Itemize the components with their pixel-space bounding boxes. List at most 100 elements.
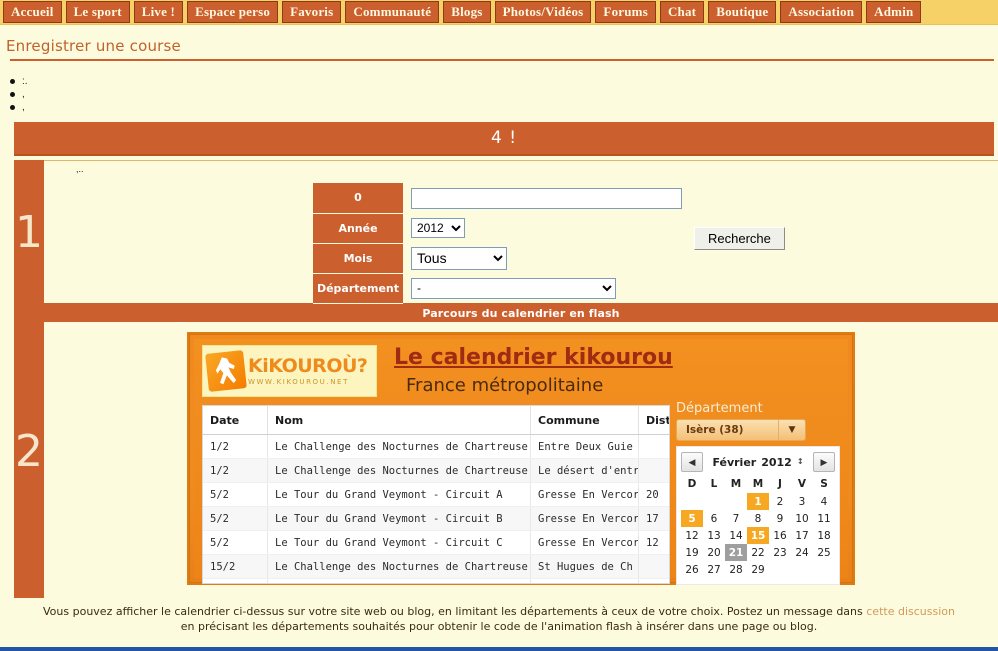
table-row[interactable]: 5/2Le Tour du Grand Veymont - Circuit AG…	[203, 483, 670, 507]
calendar-day-4[interactable]: 4	[813, 493, 835, 510]
calendar-week-row: 26272829	[681, 561, 835, 578]
calendar-day-22[interactable]: 22	[747, 544, 769, 561]
nav-item-live[interactable]: Live !	[134, 1, 183, 23]
year-select[interactable]: 201220112010	[411, 218, 465, 238]
calendar-grid: DLMMJVS 12345678910111213141516171819202…	[681, 477, 835, 578]
calendar-day-21[interactable]: 21	[725, 544, 747, 561]
calendar-weekday: M	[725, 477, 747, 493]
nav-item-favoris[interactable]: Favoris	[282, 1, 341, 23]
nav-item-blogs[interactable]: Blogs	[443, 1, 490, 23]
section-search: 1 ,.. 0 Année 201220112010 Mois TousJanv…	[14, 160, 998, 305]
calendar-day-29[interactable]: 29	[747, 561, 769, 578]
race-cell-distance	[639, 579, 671, 585]
footer-note: Vous pouvez afficher le calendrier ci-de…	[0, 598, 998, 634]
race-cell-nom: Le Challenge des Nocturnes de Chartreuse…	[268, 459, 531, 483]
calendar-day-7[interactable]: 7	[725, 510, 747, 527]
race-cell-nom: Le Challenge des Nocturnes de Chartreuse…	[268, 435, 531, 459]
race-cell-commune: Le désert d'entre	[531, 459, 639, 483]
logo-wordmark: KiKOUROÙ?	[248, 357, 367, 376]
race-cell-commune: Entre Deux Guie	[531, 435, 639, 459]
calendar-day-23[interactable]: 23	[769, 544, 791, 561]
calendar-weekday-row: DLMMJVS	[681, 477, 835, 493]
nav-item-communaut[interactable]: Communauté	[345, 1, 439, 23]
nav-item-espace-perso[interactable]: Espace perso	[187, 1, 278, 23]
nav-item-forums[interactable]: Forums	[595, 1, 656, 23]
department-dropdown[interactable]: Isère (38) ▼	[676, 419, 806, 441]
kikourou-logo[interactable]: KiKOUROÙ? WWW.KIKOUROU.NET	[202, 345, 377, 397]
calendar-day-12[interactable]: 12	[681, 527, 703, 544]
calendar-day-17[interactable]: 17	[791, 527, 813, 544]
form-row-query: 0	[313, 183, 682, 213]
nav-item-accueil[interactable]: Accueil	[3, 1, 62, 23]
calendar-week-row: 12131415161718	[681, 527, 835, 544]
bottom-accent-bar	[0, 647, 998, 651]
calendar-day-11[interactable]: 11	[813, 510, 835, 527]
bullet-item: ,	[22, 101, 998, 114]
section-2-body: Parcours du calendrier en flash KiKOUROÙ…	[44, 305, 998, 598]
calendar-day-9[interactable]: 9	[769, 510, 791, 527]
race-cell-distance: 17	[639, 507, 671, 531]
race-cell-commune: St Hugues de Ch	[531, 555, 639, 579]
calendar-day-28[interactable]: 28	[725, 561, 747, 578]
calendar-day-3[interactable]: 3	[791, 493, 813, 510]
mini-calendar: ◀ Février 2012 ↕ ▶ DLMMJVS	[676, 446, 840, 585]
calendar-day-5[interactable]: 5	[681, 510, 703, 527]
race-table-header-date[interactable]: Date	[203, 406, 268, 435]
calendar-week-row: 567891011	[681, 510, 835, 527]
calendar-prev-button[interactable]: ◀	[681, 452, 703, 472]
calendar-day-16[interactable]: 16	[769, 527, 791, 544]
table-row[interactable]: 5/2Le Tour du Grand Veymont - Circuit BG…	[203, 507, 670, 531]
department-select[interactable]: -Isère (38)Ain (01)	[411, 278, 616, 299]
calendar-day-26[interactable]: 26	[681, 561, 703, 578]
race-cell-nom: Le Tour du Grand Veymont - Circuit C	[268, 531, 531, 555]
calendar-weekday: V	[791, 477, 813, 493]
nav-item-chat[interactable]: Chat	[660, 1, 704, 23]
nav-item-association[interactable]: Association	[780, 1, 862, 23]
race-table: DateNomCommuneDistance 1/2Le Challenge d…	[203, 406, 670, 584]
table-row[interactable]: 1/2Le Challenge des Nocturnes de Chartre…	[203, 459, 670, 483]
race-cell-commune: Gresse En Vercor	[531, 483, 639, 507]
nav-item-le-sport[interactable]: Le sport	[66, 1, 130, 23]
spinner-icon[interactable]: ↕	[797, 458, 804, 466]
section-flash-calendar: 2 Parcours du calendrier en flash KiKOUR…	[14, 305, 998, 598]
footer-discussion-link[interactable]: cette discussion	[866, 605, 955, 618]
bullet-item: ,	[22, 88, 998, 101]
race-table-header-nom[interactable]: Nom	[268, 406, 531, 435]
nav-item-boutique[interactable]: Boutique	[708, 1, 776, 23]
race-table-header-commune[interactable]: Commune	[531, 406, 639, 435]
search-button[interactable]: Recherche	[694, 227, 785, 250]
nav-item-admin[interactable]: Admin	[866, 1, 921, 23]
race-cell-date: 15/2	[203, 555, 268, 579]
calendar-day-14[interactable]: 14	[725, 527, 747, 544]
label-mois: Mois	[313, 243, 403, 273]
calendar-day-13[interactable]: 13	[703, 527, 725, 544]
month-select[interactable]: TousJanvierFévrierMars	[411, 247, 507, 270]
form-row-annee: Année 201220112010	[313, 213, 682, 243]
calendar-day-2[interactable]: 2	[769, 493, 791, 510]
calendar-day-empty	[791, 561, 813, 578]
calendar-day-6[interactable]: 6	[703, 510, 725, 527]
calendar-next-button[interactable]: ▶	[813, 452, 835, 472]
calendar-month: Février	[712, 456, 756, 469]
calendar-day-19[interactable]: 19	[681, 544, 703, 561]
nav-item-photos-vid-os[interactable]: Photos/Vidéos	[495, 1, 592, 23]
table-row[interactable]: 5/2Le Tour du Grand Veymont - Circuit CG…	[203, 531, 670, 555]
race-cell-distance	[639, 555, 671, 579]
race-cell-date: 1/2	[203, 435, 268, 459]
calendar-day-1[interactable]: 1	[747, 493, 769, 510]
table-row[interactable]: 15/2Le Challenge des Nocturnes de Chartr…	[203, 555, 670, 579]
calendar-day-18[interactable]: 18	[813, 527, 835, 544]
calendar-day-10[interactable]: 10	[791, 510, 813, 527]
calendar-day-15[interactable]: 15	[747, 527, 769, 544]
table-row[interactable]	[203, 579, 670, 585]
flash-widget-title[interactable]: Le calendrier kikourou	[394, 345, 673, 370]
table-row[interactable]: 1/2Le Challenge des Nocturnes de Chartre…	[203, 435, 670, 459]
calendar-day-24[interactable]: 24	[791, 544, 813, 561]
calendar-day-8[interactable]: 8	[747, 510, 769, 527]
calendar-day-27[interactable]: 27	[703, 561, 725, 578]
title-divider	[10, 59, 994, 61]
calendar-day-20[interactable]: 20	[703, 544, 725, 561]
search-text-input[interactable]	[411, 188, 682, 209]
race-table-header-distance[interactable]: Distance	[639, 406, 671, 435]
calendar-day-25[interactable]: 25	[813, 544, 835, 561]
